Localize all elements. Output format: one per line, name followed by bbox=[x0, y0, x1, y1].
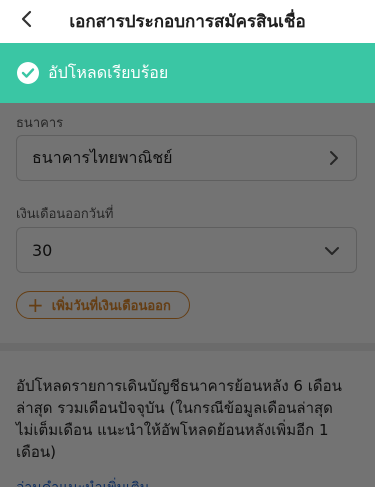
success-toast: อัปโหลดเรียบร้อย bbox=[0, 43, 375, 103]
more-info-link[interactable]: อ่านคำแนะนำเพิ่มเติม bbox=[16, 477, 149, 487]
form-content: ธนาคาร ธนาคารไทยพาณิชย์ เงินเดือนออกวันท… bbox=[0, 103, 375, 487]
chevron-right-icon bbox=[330, 151, 338, 165]
toast-message: อัปโหลดเรียบร้อย bbox=[48, 62, 169, 82]
bank-value: ธนาคารไทยพาณิชย์ bbox=[32, 147, 173, 167]
check-circle-icon bbox=[17, 62, 39, 84]
upload-instructions: อัปโหลดรายการเดินบัญชีธนาคารย้อนหลัง 6 เ… bbox=[16, 377, 342, 461]
top-app-bar: เอกสารประกอบการสมัครสินเชื่อ bbox=[0, 0, 375, 40]
payday-value: 30 bbox=[32, 240, 53, 260]
payday-select[interactable]: 30 bbox=[16, 227, 357, 273]
page-title: เอกสารประกอบการสมัครสินเชื่อ bbox=[69, 12, 306, 32]
bank-label: ธนาคาร bbox=[16, 116, 64, 131]
plus-icon: + bbox=[27, 293, 44, 317]
chevron-down-icon bbox=[325, 247, 339, 255]
bank-select[interactable]: ธนาคารไทยพาณิชย์ bbox=[16, 135, 357, 181]
section-divider bbox=[0, 343, 375, 351]
add-payday-label: เพิ่มวันที่เงินเดือนออก bbox=[51, 298, 171, 314]
payday-label: เงินเดือนออกวันที่ bbox=[16, 207, 114, 222]
add-payday-button[interactable]: + เพิ่มวันที่เงินเดือนออก bbox=[16, 291, 190, 319]
